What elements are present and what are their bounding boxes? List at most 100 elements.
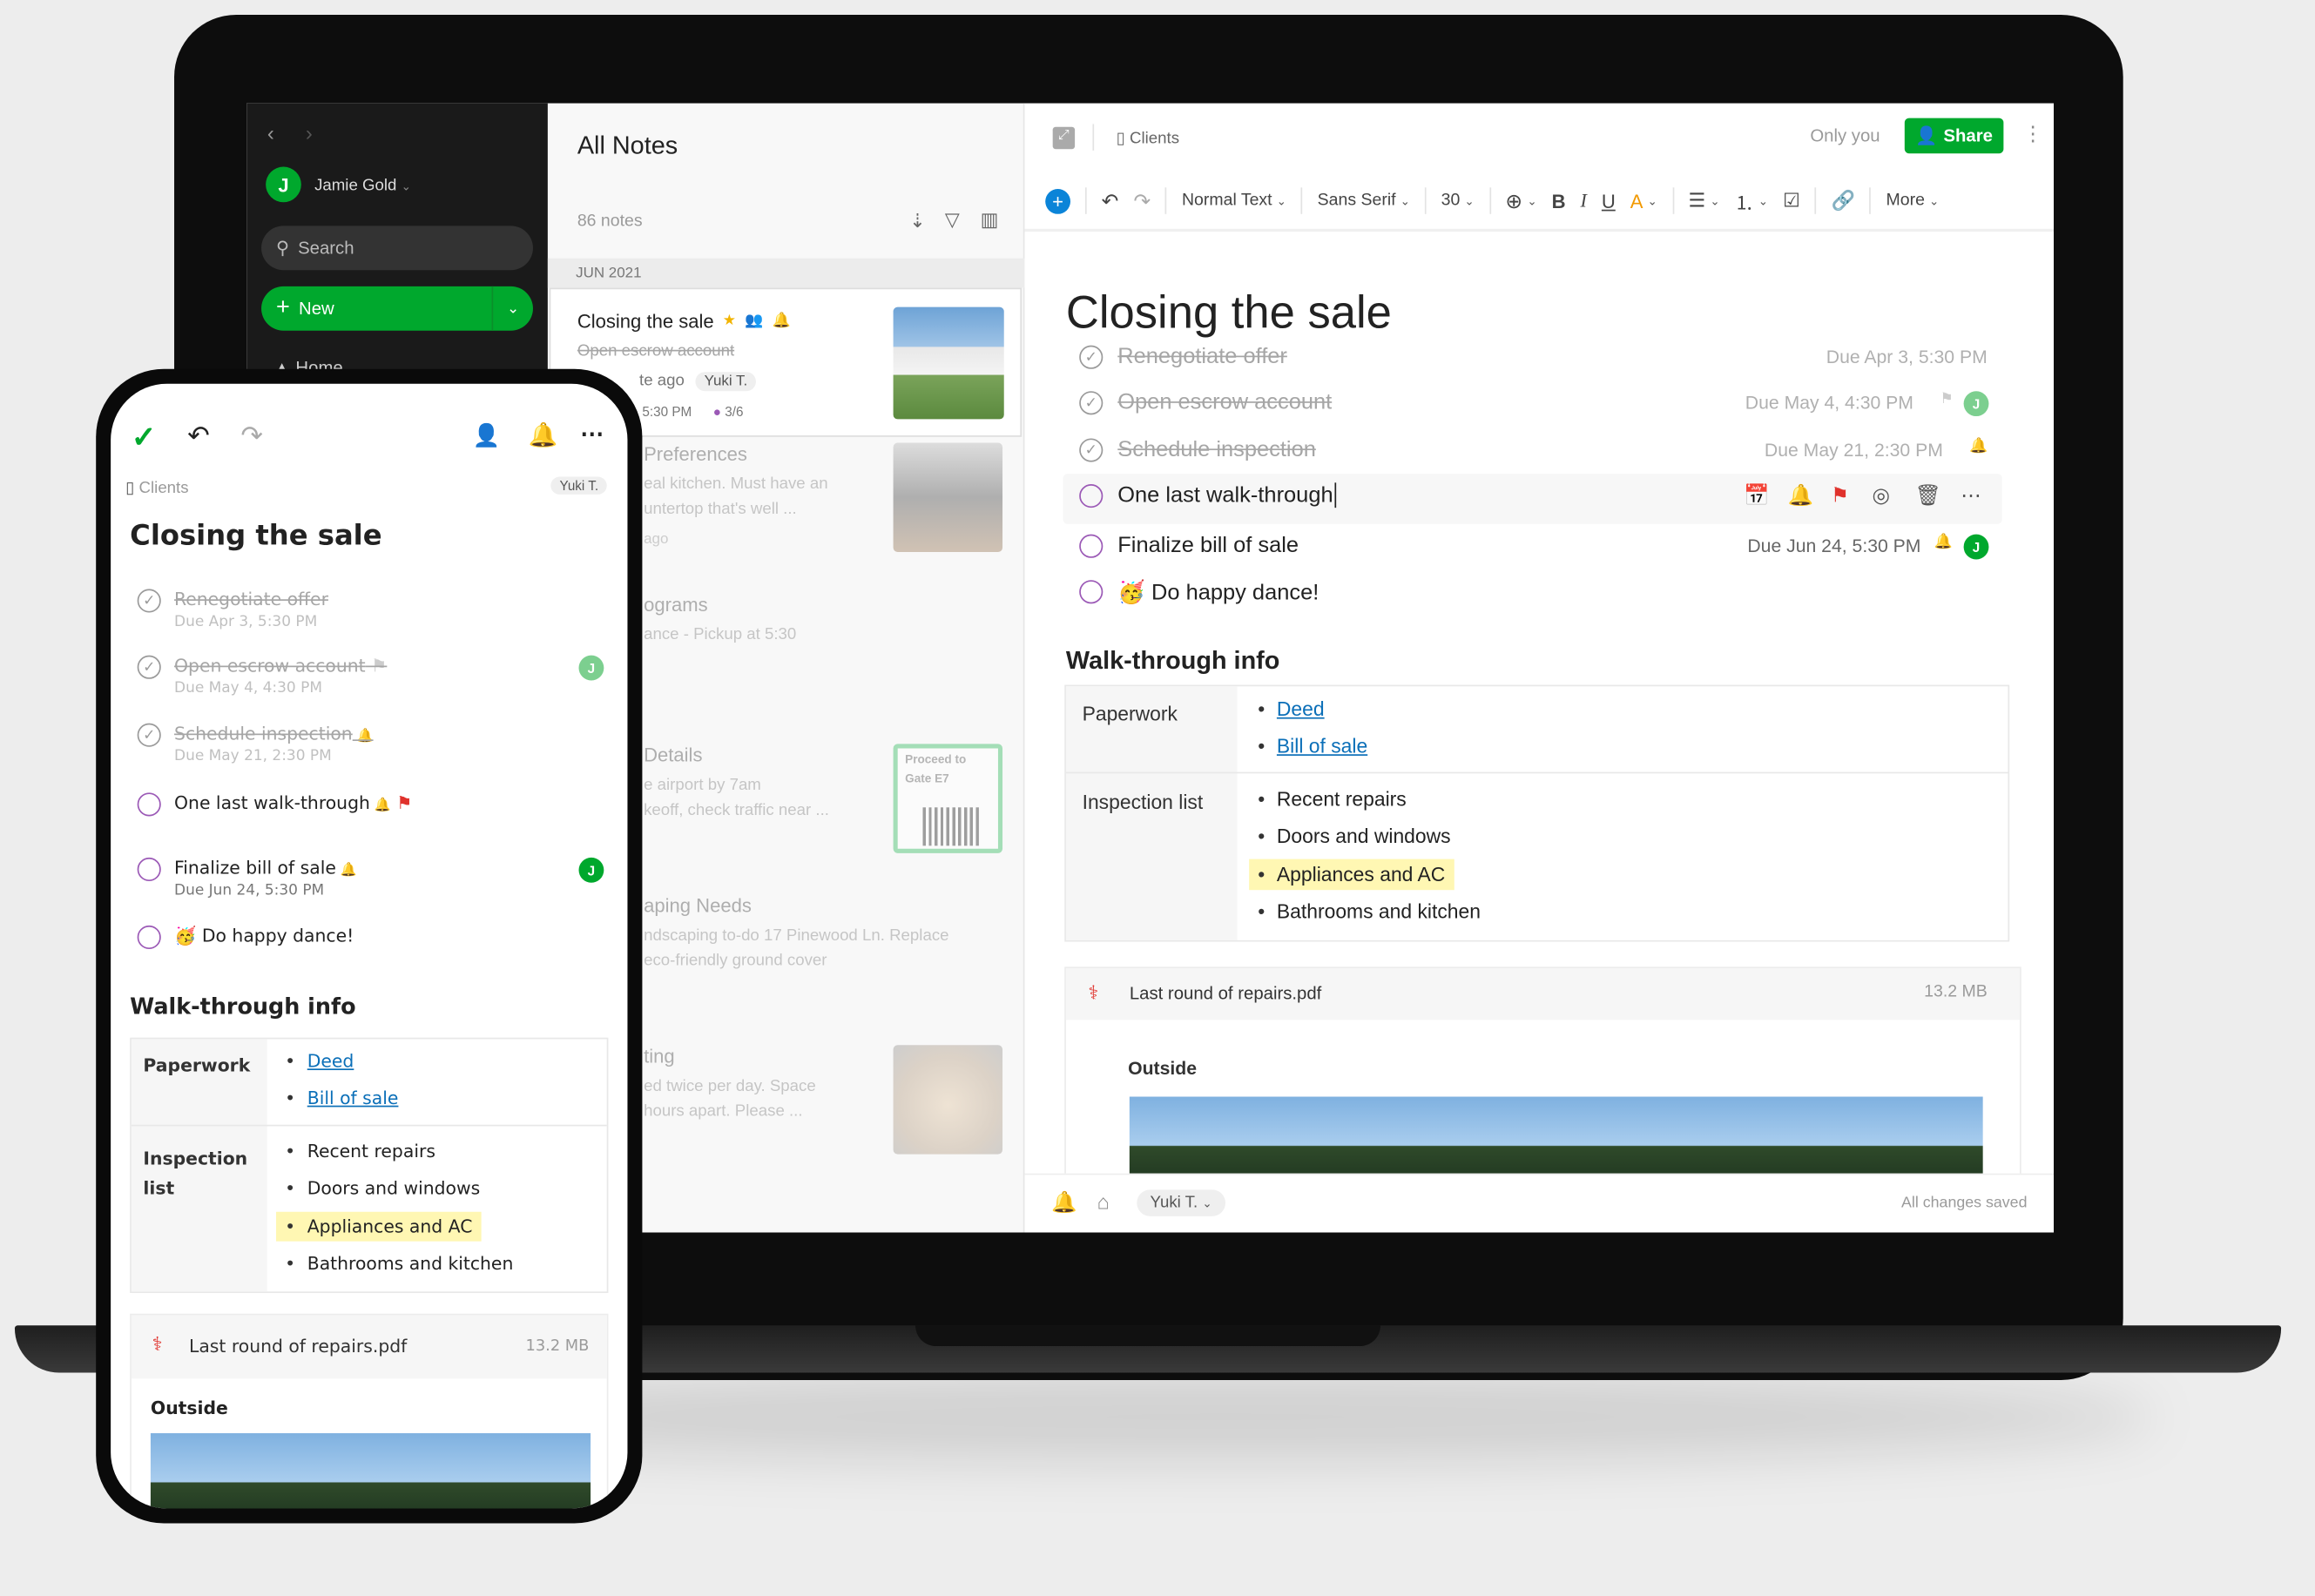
notebook-breadcrumb[interactable]: ▯ Clients	[125, 478, 188, 497]
sort-icon[interactable]: ⇣	[909, 210, 925, 233]
user-avatar[interactable]: J	[266, 166, 301, 203]
delete-trash-icon[interactable]: 🗑	[1915, 482, 1941, 508]
more-options-icon[interactable]: ⋮	[2022, 121, 2043, 146]
notebook-breadcrumb[interactable]: ▯ Clients	[1117, 128, 1179, 147]
bold-button[interactable]: B	[1552, 190, 1566, 212]
reminder-bell-icon[interactable]: 🔔	[1969, 438, 1988, 455]
font-dropdown[interactable]: Sans Serif ⌄	[1318, 192, 1410, 209]
italic-button[interactable]: I	[1581, 189, 1587, 212]
task-text[interactable]: Schedule inspection 🔔	[174, 724, 374, 744]
done-check-icon[interactable]: ✓	[132, 419, 156, 455]
flag-icon[interactable]: ⚑	[1831, 482, 1849, 508]
walkthrough-table: Paperwork Deed Bill of sale Inspection l…	[130, 1037, 609, 1293]
task-text[interactable]: 🥳 Do happy dance!	[1117, 579, 1319, 605]
note-card-snippet: untertop that's well ...	[644, 500, 797, 519]
calendar-icon[interactable]: 📅	[1744, 482, 1770, 508]
task-checkbox[interactable]	[137, 925, 161, 950]
table-list-item: Doors and windows	[1258, 825, 1451, 847]
note-title[interactable]: Closing the sale	[130, 520, 381, 552]
assignee-avatar[interactable]: J	[578, 655, 604, 681]
bill-of-sale-link[interactable]: Bill of sale	[1277, 735, 1367, 757]
back-arrow-icon[interactable]: ‹	[267, 121, 274, 145]
note-title[interactable]: Closing the sale	[1066, 286, 1392, 340]
notebook-icon: ▯	[125, 479, 135, 498]
task-checkbox[interactable]	[1079, 580, 1104, 604]
view-options-icon[interactable]: ▥	[981, 208, 999, 232]
pdf-attachment[interactable]: ⚕ Last round of repairs.pdf 13.2 MB Outs…	[130, 1313, 609, 1509]
phone-screen: ✓ ↶ ↷ 👤 🔔 ⋯ ▯ Clients Yuki T. Closing th…	[111, 383, 628, 1509]
task-text[interactable]: Renegotiate offer	[1117, 344, 1287, 369]
task-checkbox[interactable]	[1079, 484, 1104, 508]
reminder-bell-icon[interactable]: 🔔	[1934, 535, 1953, 551]
reminder-bell-icon: 🔔	[352, 729, 374, 744]
text-style-value: Normal Text	[1181, 192, 1272, 210]
numbered-list-icon[interactable]: ⒈ ⌄	[1735, 186, 1769, 214]
task-label: Finalize bill of sale	[1117, 532, 1299, 558]
task-checkbox[interactable]: ✓	[137, 589, 161, 613]
task-label: Renegotiate offer	[1117, 343, 1287, 369]
task-text[interactable]: 🥳 Do happy dance!	[174, 926, 354, 946]
forward-arrow-icon[interactable]: ›	[306, 121, 313, 145]
deed-link[interactable]: Deed	[1277, 698, 1325, 720]
add-tag-icon[interactable]: ⌂	[1097, 1189, 1110, 1213]
task-label: Do happy dance!	[201, 925, 354, 946]
more-icon[interactable]: ⋯	[1961, 482, 1981, 508]
checklist-icon[interactable]: ☑	[1783, 189, 1800, 212]
insert-plus-icon[interactable]: +	[1045, 188, 1071, 213]
add-reminder-icon[interactable]: 🔔	[1051, 1189, 1077, 1215]
note-card-title: aping Needs	[644, 894, 752, 917]
assignee-avatar[interactable]: J	[578, 857, 604, 883]
underline-button[interactable]: U	[1602, 190, 1616, 212]
share-button[interactable]: 👤 Share	[1904, 118, 2004, 154]
task-text[interactable]: One last walk-through	[1117, 482, 1336, 508]
table-list-item: Recent repairs	[285, 1141, 435, 1162]
task-checkbox[interactable]	[137, 857, 161, 882]
assignee-avatar[interactable]: J	[1963, 391, 1989, 417]
deed-link[interactable]: Deed	[307, 1051, 354, 1072]
task-checkbox[interactable]: ✓	[137, 655, 161, 679]
font-size-dropdown[interactable]: 30 ⌄	[1441, 192, 1475, 209]
assignee-chip[interactable]: Yuki T. ⌄	[1137, 1189, 1225, 1216]
task-checkbox[interactable]: ✓	[1079, 391, 1104, 415]
redo-icon[interactable]: ↷	[240, 421, 263, 452]
filter-icon[interactable]: ▽	[945, 208, 960, 232]
account-menu[interactable]: Jamie Gold ⌄	[314, 177, 411, 194]
expand-icon[interactable]: ⤢	[1052, 126, 1076, 150]
share-person-icon[interactable]: 👤	[472, 422, 500, 449]
task-label: Open escrow account	[1117, 389, 1333, 415]
text-color-button[interactable]: A ⌄	[1630, 190, 1657, 212]
search-input[interactable]: ⚲ Search	[261, 226, 533, 271]
reminder-icon[interactable]: 🔔	[529, 421, 558, 450]
new-button[interactable]: + New ⌄	[261, 286, 533, 331]
task-checkbox[interactable]: ✓	[1079, 345, 1104, 369]
bill-of-sale-link[interactable]: Bill of sale	[307, 1088, 399, 1108]
more-dropdown[interactable]: More ⌄	[1886, 192, 1940, 209]
assignee-name: Yuki T.	[1150, 1194, 1198, 1212]
text-style-dropdown[interactable]: Normal Text ⌄	[1182, 192, 1286, 209]
task-checkbox[interactable]: ✓	[137, 723, 161, 747]
task-text[interactable]: Schedule inspection	[1117, 437, 1316, 462]
assignee-avatar[interactable]: J	[1963, 534, 1989, 560]
bullet-list-icon[interactable]: ☰ ⌄	[1688, 189, 1719, 212]
task-text[interactable]: Finalize bill of sale	[1117, 533, 1299, 558]
save-status: All changes saved	[1901, 1194, 2028, 1212]
flag-icon[interactable]: ⚑	[1940, 391, 1953, 407]
assign-person-icon[interactable]: ◎	[1873, 482, 1891, 508]
reminder-bell-icon[interactable]: 🔔	[1788, 482, 1814, 508]
plus-icon: +	[276, 295, 290, 320]
redo-icon[interactable]: ↷	[1133, 188, 1151, 213]
task-text[interactable]: Open escrow account ⚑	[174, 656, 387, 677]
task-text[interactable]: Finalize bill of sale 🔔	[174, 858, 357, 879]
insert-menu-icon[interactable]: ⊕ ⌄	[1505, 188, 1536, 213]
task-checkbox[interactable]	[137, 792, 161, 817]
task-text[interactable]: One last walk-through 🔔 ⚑	[174, 792, 412, 813]
task-checkbox[interactable]: ✓	[1079, 438, 1104, 462]
link-icon[interactable]: 🔗	[1831, 189, 1854, 212]
undo-icon[interactable]: ↶	[187, 421, 210, 452]
task-checkbox[interactable]	[1079, 534, 1104, 558]
undo-icon[interactable]: ↶	[1102, 188, 1119, 213]
task-text[interactable]: Renegotiate offer	[174, 589, 328, 609]
task-text[interactable]: Open escrow account	[1117, 390, 1332, 415]
new-dropdown-chevron-icon[interactable]: ⌄	[491, 286, 533, 331]
more-icon[interactable]: ⋯	[580, 419, 604, 448]
